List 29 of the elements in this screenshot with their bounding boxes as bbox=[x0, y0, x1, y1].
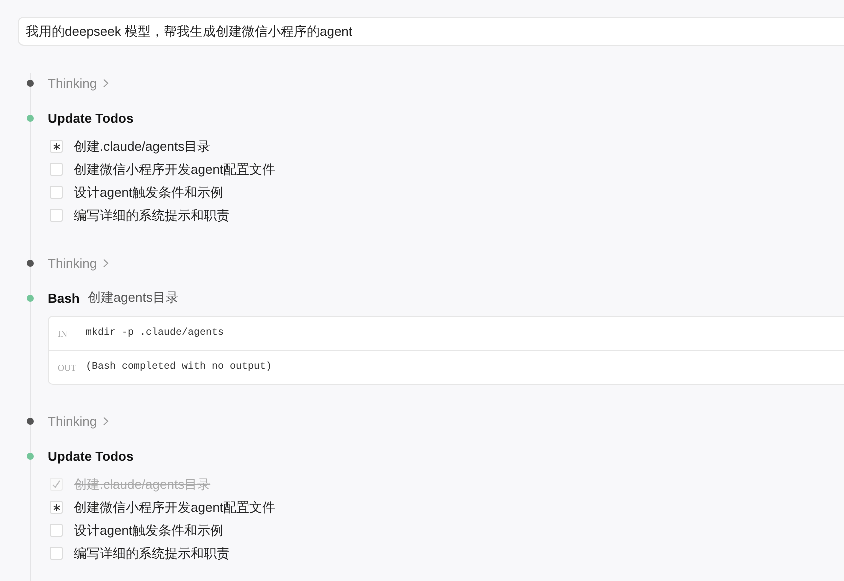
thinking-toggle[interactable]: Thinking bbox=[48, 76, 110, 90]
step-title: Update Todos bbox=[48, 448, 134, 464]
status-dot bbox=[27, 115, 34, 122]
status-dot bbox=[27, 295, 34, 302]
status-dot bbox=[27, 80, 34, 87]
step-title: Bash bbox=[48, 290, 80, 306]
step-title: Update Todos bbox=[48, 110, 134, 126]
thinking-toggle[interactable]: Thinking bbox=[48, 256, 110, 270]
status-dot bbox=[27, 453, 34, 460]
todo-text: 创建微信小程序开发agent配置文件 bbox=[74, 498, 276, 516]
step-description: 创建agents目录 bbox=[88, 289, 179, 307]
chevron-icon bbox=[103, 416, 110, 426]
prompt-message: 我用的deepseek 模型，帮我生成创建微信小程序的agent bbox=[18, 17, 844, 46]
command-text: mkdir -p .claude/agents bbox=[86, 328, 224, 339]
todo-text: 创建微信小程序开发agent配置文件 bbox=[74, 160, 276, 178]
row-label: IN bbox=[57, 328, 68, 338]
output-text: (Bash completed with no output) bbox=[86, 362, 272, 373]
chevron-icon bbox=[103, 78, 110, 88]
todo-text: 创建.claude/agents目录 bbox=[74, 476, 211, 494]
thinking-toggle[interactable]: Thinking bbox=[48, 414, 110, 428]
status-dot bbox=[27, 260, 34, 267]
todo-text: 设计agent触发条件和示例 bbox=[74, 184, 224, 202]
chevron-icon bbox=[103, 258, 110, 268]
status-dot bbox=[27, 418, 34, 425]
todo-text: 编写详细的系统提示和职责 bbox=[74, 206, 230, 224]
row-label: OUT bbox=[57, 362, 78, 372]
todo-text: 创建.claude/agents目录 bbox=[74, 138, 211, 156]
todo-text: 设计agent触发条件和示例 bbox=[74, 522, 224, 540]
todo-text: 编写详细的系统提示和职责 bbox=[74, 544, 230, 562]
